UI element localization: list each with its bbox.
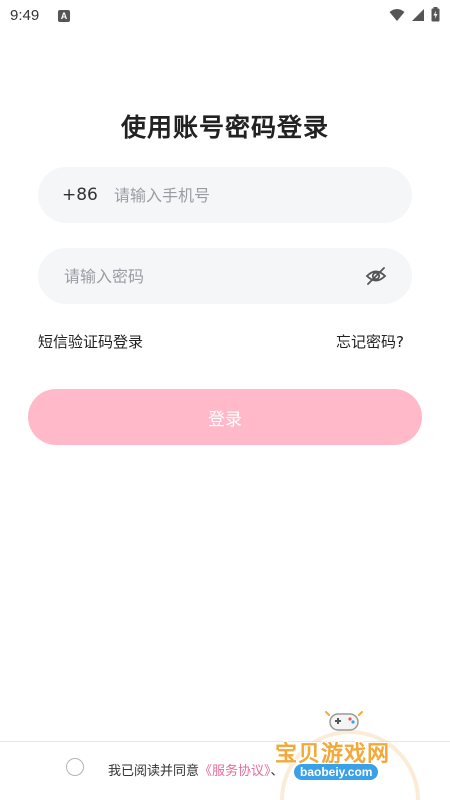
agreement-checkbox[interactable] bbox=[66, 758, 84, 776]
country-code-selector[interactable]: +86 bbox=[62, 185, 114, 205]
watermark-logo: 宝贝游戏网 baobeiy.com bbox=[270, 700, 430, 800]
gamepad-icon bbox=[324, 706, 364, 740]
battery-icon bbox=[431, 7, 440, 22]
password-field[interactable] bbox=[38, 248, 412, 304]
service-agreement-link[interactable]: 《服务协议》 bbox=[199, 764, 271, 779]
phone-input[interactable] bbox=[114, 175, 412, 215]
wifi-icon bbox=[389, 8, 405, 22]
sms-login-link[interactable]: 短信验证码登录 bbox=[38, 331, 143, 352]
login-button[interactable]: 登录 bbox=[28, 389, 422, 445]
phone-field[interactable]: +86 bbox=[38, 167, 412, 223]
status-time: 9:49 bbox=[10, 7, 40, 24]
status-right-icons bbox=[389, 7, 440, 22]
forgot-password-link[interactable]: 忘记密码? bbox=[336, 331, 404, 352]
agreement-prefix: 我已阅读并同意 bbox=[108, 764, 200, 779]
page-title: 使用账号密码登录 bbox=[120, 113, 329, 142]
status-bar: 9:49 A bbox=[0, 0, 450, 32]
watermark-domain: baobeiy.com bbox=[294, 764, 379, 780]
signal-icon bbox=[411, 8, 425, 22]
agreement-text: 我已阅读并同意《服务协议》、 bbox=[108, 760, 284, 779]
password-input[interactable] bbox=[64, 256, 364, 296]
notification-a-icon: A bbox=[58, 10, 70, 22]
eye-off-icon[interactable] bbox=[364, 264, 388, 288]
